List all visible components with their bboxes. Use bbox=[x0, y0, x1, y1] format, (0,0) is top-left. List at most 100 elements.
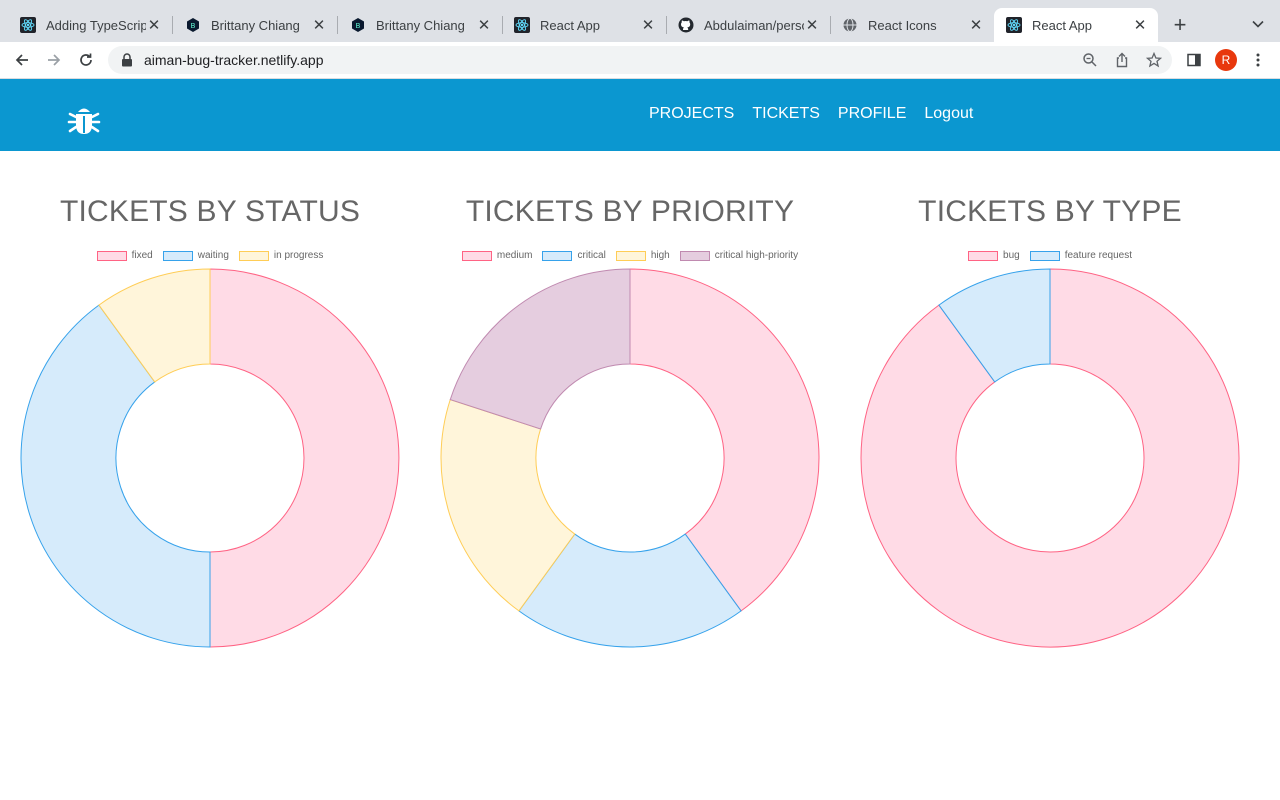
globe-icon bbox=[842, 17, 858, 33]
kebab-menu-icon bbox=[1256, 53, 1260, 67]
new-tab-button[interactable]: + bbox=[1166, 11, 1194, 39]
react-icon bbox=[20, 17, 36, 33]
tab-title: Brittany Chiang bbox=[211, 17, 300, 33]
hexagon-b-icon: B bbox=[350, 17, 366, 33]
legend-label: waiting bbox=[197, 250, 229, 261]
browser-tab[interactable]: Adding TypeScript ✕ bbox=[8, 8, 172, 42]
legend-swatch bbox=[461, 250, 492, 261]
address-bar[interactable]: aiman-bug-tracker.netlify.app bbox=[108, 46, 1172, 74]
zoom-icon[interactable] bbox=[1082, 52, 1098, 68]
close-icon[interactable]: ✕ bbox=[968, 17, 984, 34]
legend-label: high bbox=[650, 250, 670, 261]
tab-title: React App bbox=[540, 17, 600, 33]
close-icon[interactable]: ✕ bbox=[804, 17, 820, 34]
legend-swatch bbox=[162, 250, 193, 261]
donut-chart bbox=[860, 268, 1240, 648]
chart-title: TICKETS BY STATUS bbox=[59, 195, 361, 228]
browser-tab[interactable]: B Brittany Chiang ✕ bbox=[338, 8, 502, 42]
tab-title: React Icons bbox=[868, 17, 937, 33]
share-icon[interactable] bbox=[1114, 52, 1130, 68]
legend-item[interactable]: waiting bbox=[162, 250, 229, 261]
browser-tab[interactable]: React App ✕ bbox=[502, 8, 666, 42]
donut-slice-critical-high-priority[interactable] bbox=[449, 268, 631, 430]
chevron-down-icon bbox=[1252, 20, 1264, 28]
close-icon[interactable]: ✕ bbox=[311, 17, 327, 34]
svg-text:B: B bbox=[356, 23, 361, 30]
nav-link-tickets[interactable]: TICKETS bbox=[752, 105, 820, 123]
main-nav: PROJECTS TICKETS PROFILE Logout bbox=[649, 105, 973, 123]
legend-label: bug bbox=[1003, 250, 1020, 261]
legend-item[interactable]: medium bbox=[461, 250, 533, 261]
side-panel-button[interactable] bbox=[1180, 46, 1208, 74]
github-icon bbox=[678, 17, 694, 33]
donut-chart bbox=[20, 268, 400, 648]
legend-label: feature request bbox=[1064, 250, 1132, 261]
browser-tab-bar: Adding TypeScript ✕ B Brittany Chiang ✕ … bbox=[0, 0, 1280, 42]
chart-legend: medium critical high critical high-priority bbox=[420, 250, 840, 261]
lock-icon bbox=[120, 53, 134, 67]
bookmark-star-icon[interactable] bbox=[1146, 52, 1162, 68]
legend-label: critical bbox=[577, 250, 606, 261]
close-icon[interactable]: ✕ bbox=[146, 17, 162, 34]
tab-search-button[interactable] bbox=[1246, 12, 1270, 36]
close-icon[interactable]: ✕ bbox=[1132, 17, 1148, 34]
reload-button[interactable] bbox=[72, 46, 100, 74]
legend-item[interactable]: bug bbox=[968, 250, 1020, 261]
arrow-right-icon bbox=[48, 54, 61, 66]
browser-tab[interactable]: React Icons ✕ bbox=[830, 8, 994, 42]
legend-item[interactable]: in progress bbox=[238, 250, 324, 261]
nav-link-profile[interactable]: PROFILE bbox=[838, 105, 906, 123]
legend-label: medium bbox=[496, 250, 533, 261]
donut-slice-fixed[interactable] bbox=[209, 268, 400, 648]
close-icon[interactable]: ✕ bbox=[476, 17, 492, 34]
legend-swatch bbox=[968, 250, 999, 261]
app-navbar: PROJECTS TICKETS PROFILE Logout bbox=[0, 79, 1280, 151]
legend-item[interactable]: high bbox=[615, 250, 670, 261]
react-icon bbox=[1006, 17, 1022, 33]
browser-tab[interactable]: B Brittany Chiang ✕ bbox=[173, 8, 337, 42]
profile-avatar[interactable]: R bbox=[1215, 49, 1237, 71]
tickets-by-status-chart: TICKETS BY STATUS fixed waiting in progres… bbox=[0, 195, 420, 655]
tab-title: Adding TypeScript bbox=[46, 17, 146, 33]
legend-item[interactable]: fixed bbox=[96, 250, 153, 261]
donut-chart bbox=[440, 268, 820, 648]
legend-item[interactable]: critical high-priority bbox=[679, 250, 799, 261]
svg-text:B: B bbox=[191, 23, 196, 30]
legend-swatch bbox=[679, 250, 710, 261]
browser-menu-button[interactable] bbox=[1244, 46, 1272, 74]
legend-swatch bbox=[238, 250, 269, 261]
chart-legend: bug feature request bbox=[840, 250, 1260, 261]
logout-link[interactable]: Logout bbox=[924, 105, 973, 123]
tab-title: Abdulaiman/personal bbox=[704, 17, 804, 33]
forward-button[interactable] bbox=[40, 46, 68, 74]
browser-tab-active[interactable]: React App ✕ bbox=[994, 8, 1158, 42]
legend-swatch bbox=[615, 250, 646, 261]
arrow-left-icon bbox=[15, 54, 28, 66]
browser-toolbar: aiman-bug-tracker.netlify.app R bbox=[0, 42, 1280, 79]
chart-legend: fixed waiting in progress bbox=[0, 250, 420, 261]
tickets-by-priority-chart: TICKETS BY PRIORITY medium critical high cr… bbox=[420, 195, 840, 655]
url-text: aiman-bug-tracker.netlify.app bbox=[144, 52, 324, 68]
react-icon bbox=[514, 17, 530, 33]
reload-icon bbox=[80, 53, 92, 66]
legend-swatch bbox=[542, 250, 573, 261]
back-button[interactable] bbox=[8, 46, 36, 74]
bug-icon[interactable] bbox=[67, 103, 101, 137]
tickets-by-type-chart: TICKETS BY TYPE bug feature request bbox=[840, 195, 1260, 655]
close-icon[interactable]: ✕ bbox=[640, 17, 656, 34]
legend-swatch bbox=[1029, 250, 1060, 261]
legend-swatch bbox=[96, 250, 127, 261]
chart-title: TICKETS BY TYPE bbox=[918, 195, 1182, 228]
tab-title: Brittany Chiang bbox=[376, 17, 465, 33]
side-panel-icon bbox=[1187, 53, 1201, 67]
legend-label: critical high-priority bbox=[714, 250, 799, 261]
legend-label: in progress bbox=[273, 250, 324, 261]
browser-tab[interactable]: Abdulaiman/personal ✕ bbox=[666, 8, 830, 42]
nav-link-projects[interactable]: PROJECTS bbox=[649, 105, 734, 123]
legend-label: fixed bbox=[131, 250, 153, 261]
legend-item[interactable]: critical bbox=[542, 250, 606, 261]
chart-title: TICKETS BY PRIORITY bbox=[465, 195, 795, 228]
legend-item[interactable]: feature request bbox=[1029, 250, 1132, 261]
plus-icon: + bbox=[1173, 12, 1187, 37]
tab-title: React App bbox=[1032, 17, 1092, 33]
